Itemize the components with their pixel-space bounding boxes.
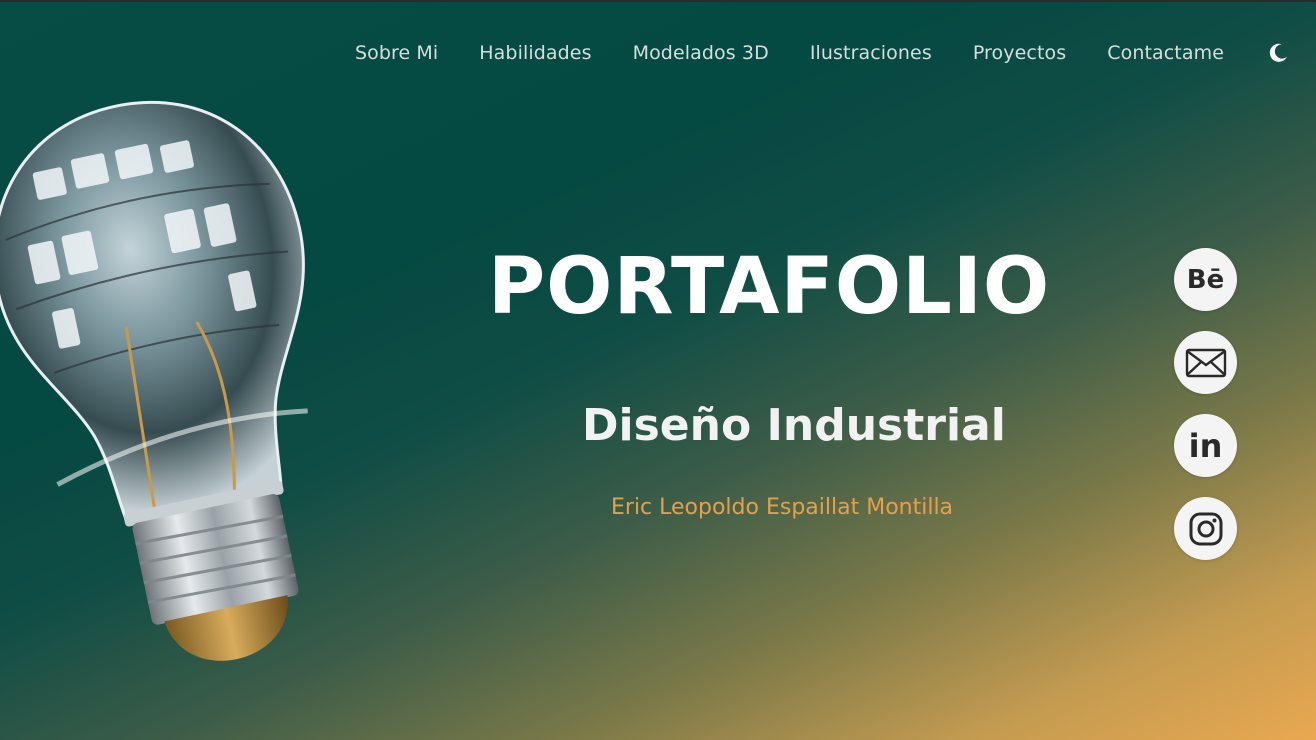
behance-button[interactable]: Bē bbox=[1174, 248, 1237, 311]
email-button[interactable] bbox=[1174, 331, 1237, 394]
nav-link-modelados-3d[interactable]: Modelados 3D bbox=[633, 42, 769, 64]
linkedin-button[interactable]: in bbox=[1174, 414, 1237, 477]
portfolio-title: PORTAFOLIO bbox=[488, 242, 1051, 332]
top-border bbox=[0, 0, 1316, 2]
mail-icon bbox=[1185, 348, 1226, 377]
author-name: Eric Leopoldo Espaillat Montilla bbox=[611, 495, 954, 520]
social-links: Bē in bbox=[1174, 248, 1238, 580]
nav-link-ilustraciones[interactable]: Ilustraciones bbox=[810, 42, 932, 64]
instagram-icon bbox=[1189, 512, 1222, 545]
nav-link-proyectos[interactable]: Proyectos bbox=[973, 42, 1066, 64]
nav-link-habilidades[interactable]: Habilidades bbox=[479, 42, 591, 64]
moon-icon bbox=[1269, 43, 1287, 62]
discipline-subtitle: Diseño Industrial bbox=[582, 400, 1006, 451]
light-bulb-image bbox=[0, 100, 308, 661]
main-nav: Sobre Mi Habilidades Modelados 3D Ilustr… bbox=[355, 38, 1292, 68]
nav-link-sobre-mi[interactable]: Sobre Mi bbox=[355, 42, 438, 64]
nav-link-contactame[interactable]: Contactame bbox=[1107, 42, 1224, 64]
behance-icon: Bē bbox=[1186, 264, 1225, 295]
instagram-button[interactable] bbox=[1174, 497, 1237, 560]
linkedin-icon: in bbox=[1188, 426, 1223, 465]
theme-toggle-button[interactable] bbox=[1264, 39, 1292, 67]
